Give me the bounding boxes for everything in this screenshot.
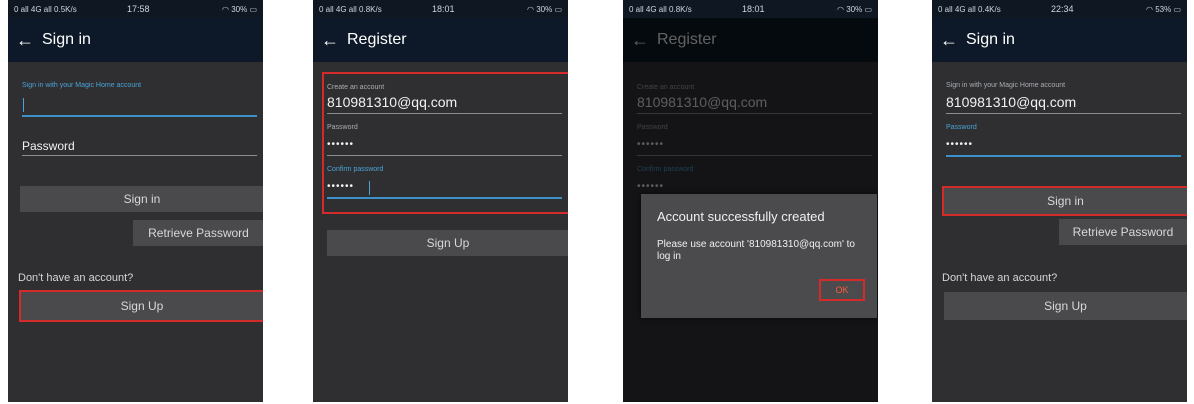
password-label: Password [327,124,358,131]
page-title: Register [347,31,407,48]
email-underline [637,113,872,114]
arrow-left-icon[interactable]: ← [8,30,42,51]
arrow-left-icon: ← [631,29,649,50]
password-input: •••••• [637,139,665,150]
battery-icon: ▭ [864,4,872,14]
app-bar: ← Sign in [8,18,263,62]
password-underline [327,155,562,156]
password-underline [946,155,1181,157]
battery-icon: ▭ [554,4,562,14]
page-title: Sign in [42,31,91,48]
text-cursor [23,98,24,112]
confirm-password-input[interactable]: •••••• [327,181,354,192]
battery-icon: ▭ [249,4,257,14]
sign-up-button[interactable]: Sign Up [327,230,568,256]
email-underline [946,113,1181,114]
password-input[interactable] [22,155,257,156]
status-bar: 0 all 4G all 0.8K/s 18:01 ◠ 30% ▭ [313,0,568,18]
arrow-left-icon[interactable]: ← [313,30,347,51]
highlight-box [19,290,263,322]
app-bar: ← Register [623,18,878,62]
screen-register-success: 0 all 4G all 0.8K/s 18:01 ◠ 30% ▭ ← Regi… [623,0,878,402]
no-account-text: Don't have an account? [942,272,1058,284]
dialog-title: Account successfully created [657,209,825,224]
retrieve-password-button[interactable]: Retrieve Password [133,220,263,246]
confirm-password-label: Confirm password [327,166,384,173]
create-account-label: Create an account [327,84,385,91]
page-title: Sign in [966,31,1015,48]
app-bar: ← Register [313,18,568,62]
status-bar: 0 all 4G all 0.4K/s 22:34 ◠ 53% ▭ [932,0,1187,18]
status-time: 18:01 [432,4,455,14]
status-battery: ◠ 30% ▭ [221,4,257,14]
no-account-text: Don't have an account? [18,272,134,284]
retrieve-password-button[interactable]: Retrieve Password [1059,219,1187,245]
status-network: 0 all 4G all 0.4K/s [938,4,1001,14]
wifi-icon: ◠ [836,4,844,14]
account-field-label: Sign in with your Magic Home account [946,82,1066,89]
status-network: 0 all 4G all 0.5K/s [14,4,77,14]
password-label: Password [946,124,977,131]
email-underline [327,113,562,114]
text-cursor [369,181,370,195]
ok-button[interactable]: OK [819,279,865,301]
arrow-left-icon[interactable]: ← [932,30,966,51]
password-input[interactable]: •••••• [946,139,973,150]
account-input[interactable] [22,115,257,117]
password-underline [637,155,872,156]
password-input[interactable]: •••••• [327,139,354,150]
status-battery: ◠ 30% ▭ [836,4,872,14]
screen-sign-in-empty: 0 all 4G all 0.5K/s 17:58 ◠ 30% ▭ ← Sign… [8,0,263,402]
dialog-message: Please use account '810981310@qq.com' to… [657,239,855,262]
wifi-icon: ◠ [526,4,534,14]
status-battery: ◠ 53% ▭ [1145,4,1181,14]
highlight-box [942,186,1187,216]
confirm-password-input: •••••• [637,181,665,192]
status-time: 18:01 [742,4,765,14]
success-dialog: Account successfully created Please use … [641,194,877,318]
status-bar: 0 all 4G all 0.8K/s 18:01 ◠ 30% ▭ [623,0,878,18]
status-network: 0 all 4G all 0.8K/s [319,4,382,14]
status-time: 22:34 [1051,4,1074,14]
page-title: Register [657,31,717,48]
email-input[interactable]: 810981310@qq.com [946,94,1076,110]
email-input: 810981310@qq.com [637,94,768,110]
battery-icon: ▭ [1173,4,1181,14]
status-time: 17:58 [127,4,150,14]
screen-register: 0 all 4G all 0.8K/s 18:01 ◠ 30% ▭ ← Regi… [313,0,568,402]
wifi-icon: ◠ [221,4,229,14]
status-battery: ◠ 30% ▭ [526,4,562,14]
screen-sign-in-filled: 0 all 4G all 0.4K/s 22:34 ◠ 53% ▭ ← Sign… [932,0,1187,402]
password-label: Password [637,124,668,131]
create-account-label: Create an account [637,84,695,91]
status-bar: 0 all 4G all 0.5K/s 17:58 ◠ 30% ▭ [8,0,263,18]
sign-up-button[interactable]: Sign Up [944,292,1187,320]
confirm-password-label: Confirm password [637,166,694,173]
email-input[interactable]: 810981310@qq.com [327,94,457,110]
password-input-placeholder[interactable]: Password [22,139,75,153]
wifi-icon: ◠ [1145,4,1153,14]
confirm-password-underline [327,197,562,199]
status-network: 0 all 4G all 0.8K/s [629,4,692,14]
app-bar: ← Sign in [932,18,1187,62]
account-field-label: Sign in with your Magic Home account [22,82,142,89]
sign-in-button[interactable]: Sign in [20,186,263,212]
